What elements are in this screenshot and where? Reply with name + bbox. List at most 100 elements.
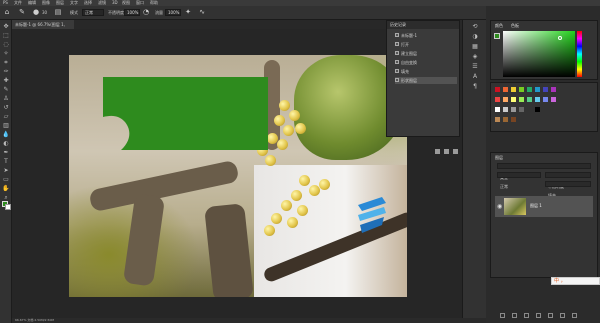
brush-tool-sidebar-icon[interactable]: ✎ (2, 86, 10, 93)
blend-mode-select[interactable]: 正常 (497, 172, 541, 189)
toolbox: ✥ ⬚ ◌ ✧ ⌗ ✑ ✚ ✎ ♙ ↺ ▱ ▥ 💧 ◐ ✒ T ➤ ▭ ✋ ⌕ … (0, 20, 12, 323)
color-swatch[interactable] (543, 97, 548, 102)
opacity-label: 不透明度 (108, 10, 124, 15)
airbrush-icon[interactable]: ✦ (184, 8, 192, 16)
paragraph-panel-icon[interactable]: ¶ (471, 84, 479, 90)
history-item[interactable]: 打开 (395, 41, 457, 48)
new-group-icon[interactable] (548, 313, 553, 318)
color-swatch[interactable] (495, 87, 500, 92)
history-brush-icon[interactable]: ↺ (2, 104, 10, 111)
color-swatch[interactable] (511, 87, 516, 92)
shape-tool-icon[interactable]: ▭ (2, 176, 10, 183)
blur-tool-icon[interactable]: 💧 (2, 131, 10, 138)
color-swatch[interactable] (519, 87, 524, 92)
history-item-selected[interactable]: 形状图层 (395, 77, 457, 84)
color-swatch[interactable] (511, 97, 516, 102)
document-tab[interactable]: 未标题-1 @ 66.7%(图层 1, RGB/8) (12, 20, 74, 36)
color-swatch[interactable] (511, 107, 516, 112)
mode-select[interactable]: 正常 (82, 9, 104, 16)
color-swatch[interactable] (503, 87, 508, 92)
quick-select-tool-icon[interactable]: ✧ (2, 50, 10, 57)
delete-layer-icon[interactable] (572, 313, 577, 318)
layer-fill-field[interactable]: 填充 (545, 181, 591, 198)
home-icon[interactable]: ⌂ (3, 8, 11, 16)
color-swatch[interactable] (503, 97, 508, 102)
crop-tool-icon[interactable]: ⌗ (2, 59, 10, 66)
eraser-tool-icon[interactable]: ▱ (2, 113, 10, 120)
layer-opacity-field[interactable]: 不透明度 (545, 172, 591, 189)
color-swatch[interactable] (511, 117, 516, 122)
color-swatch[interactable] (503, 117, 508, 122)
hand-tool-icon[interactable]: ✋ (2, 185, 10, 192)
adjustment-layer-icon[interactable] (536, 313, 541, 318)
color-swatch[interactable] (543, 87, 548, 92)
delete-state-icon[interactable] (453, 149, 458, 154)
path-select-tool-icon[interactable]: ➤ (2, 167, 10, 174)
zoom-tool-icon[interactable]: ⌕ (2, 194, 10, 201)
stamp-tool-icon[interactable]: ♙ (2, 95, 10, 102)
color-swatch[interactable] (519, 107, 524, 112)
history-item[interactable]: 未标题-1 (395, 32, 457, 39)
visibility-eye-icon[interactable]: ◉ (497, 203, 502, 210)
background-color-swatch[interactable] (5, 204, 11, 210)
swatches-tab[interactable]: 色板 (511, 23, 519, 29)
smoothing-icon[interactable]: ∿ (198, 8, 206, 16)
color-swatch[interactable] (535, 107, 540, 112)
color-swatch[interactable] (551, 87, 556, 92)
layer-row[interactable]: ◉ 图层 1 (495, 196, 593, 217)
color-swatch[interactable] (551, 97, 556, 102)
move-tool-icon[interactable]: ✥ (2, 23, 10, 30)
swatches-panel-icon[interactable]: ▦ (471, 44, 479, 50)
color-swatch[interactable] (527, 107, 532, 112)
color-swatch[interactable] (527, 87, 532, 92)
color-swatch[interactable] (495, 97, 500, 102)
history-panel-icon[interactable]: ⟲ (471, 24, 479, 30)
lasso-tool-icon[interactable]: ◌ (2, 41, 10, 48)
color-swatch[interactable] (535, 87, 540, 92)
dodge-tool-icon[interactable]: ◐ (2, 140, 10, 147)
marquee-tool-icon[interactable]: ⬚ (2, 32, 10, 39)
history-item[interactable]: 填充 (395, 68, 457, 75)
picker-cursor[interactable] (558, 36, 562, 40)
eyedropper-tool-icon[interactable]: ✑ (2, 68, 10, 75)
new-snapshot-icon[interactable] (435, 149, 440, 154)
pressure-opacity-icon[interactable]: ◔ (142, 8, 150, 16)
history-item[interactable]: 自由变换 (395, 59, 457, 66)
healing-tool-icon[interactable]: ✚ (2, 77, 10, 84)
properties-panel-icon[interactable]: ☰ (471, 64, 479, 70)
brush-panel-icon[interactable]: ▤ (54, 8, 62, 16)
adjustments-panel-icon[interactable]: ◈ (471, 54, 479, 60)
color-swatch[interactable] (503, 107, 508, 112)
flow-field[interactable]: 100% (165, 9, 181, 16)
color-swatch[interactable] (495, 117, 500, 122)
link-layers-icon[interactable] (500, 313, 505, 318)
color-swatch[interactable] (535, 97, 540, 102)
color-panel-foreground-swatch[interactable] (494, 33, 500, 39)
ime-indicator[interactable]: 中 ， (551, 277, 600, 285)
layers-tab[interactable]: 图层 (495, 155, 503, 161)
layer-name[interactable]: 图层 1 (530, 203, 542, 209)
history-item[interactable]: 建立图层 (395, 50, 457, 57)
layer-kind-filter[interactable]: 类型 (497, 163, 591, 180)
history-item-checkbox (395, 60, 399, 64)
new-layer-icon[interactable] (560, 313, 565, 318)
color-swatch[interactable] (527, 97, 532, 102)
new-document-icon[interactable] (444, 149, 449, 154)
hue-slider[interactable] (577, 31, 582, 77)
brush-tool-icon[interactable]: ✎ (18, 8, 26, 16)
pen-tool-icon[interactable]: ✒ (2, 149, 10, 156)
character-panel-icon[interactable]: A (471, 74, 479, 80)
add-mask-icon[interactable] (524, 313, 529, 318)
color-panel-icon[interactable]: ◑ (471, 34, 479, 40)
gradient-tool-icon[interactable]: ▥ (2, 122, 10, 129)
layer-style-icon[interactable] (512, 313, 517, 318)
color-tab[interactable]: 颜色 (495, 23, 503, 29)
green-speech-bubble-shape[interactable] (103, 77, 268, 150)
opacity-field[interactable]: 100% (124, 9, 140, 16)
color-swatch[interactable] (495, 107, 500, 112)
color-swatch[interactable] (519, 97, 524, 102)
grape (264, 225, 275, 236)
color-picker-field[interactable] (503, 31, 575, 77)
type-tool-icon[interactable]: T (2, 158, 10, 165)
brush-preset-icon[interactable]: ● (32, 8, 40, 16)
